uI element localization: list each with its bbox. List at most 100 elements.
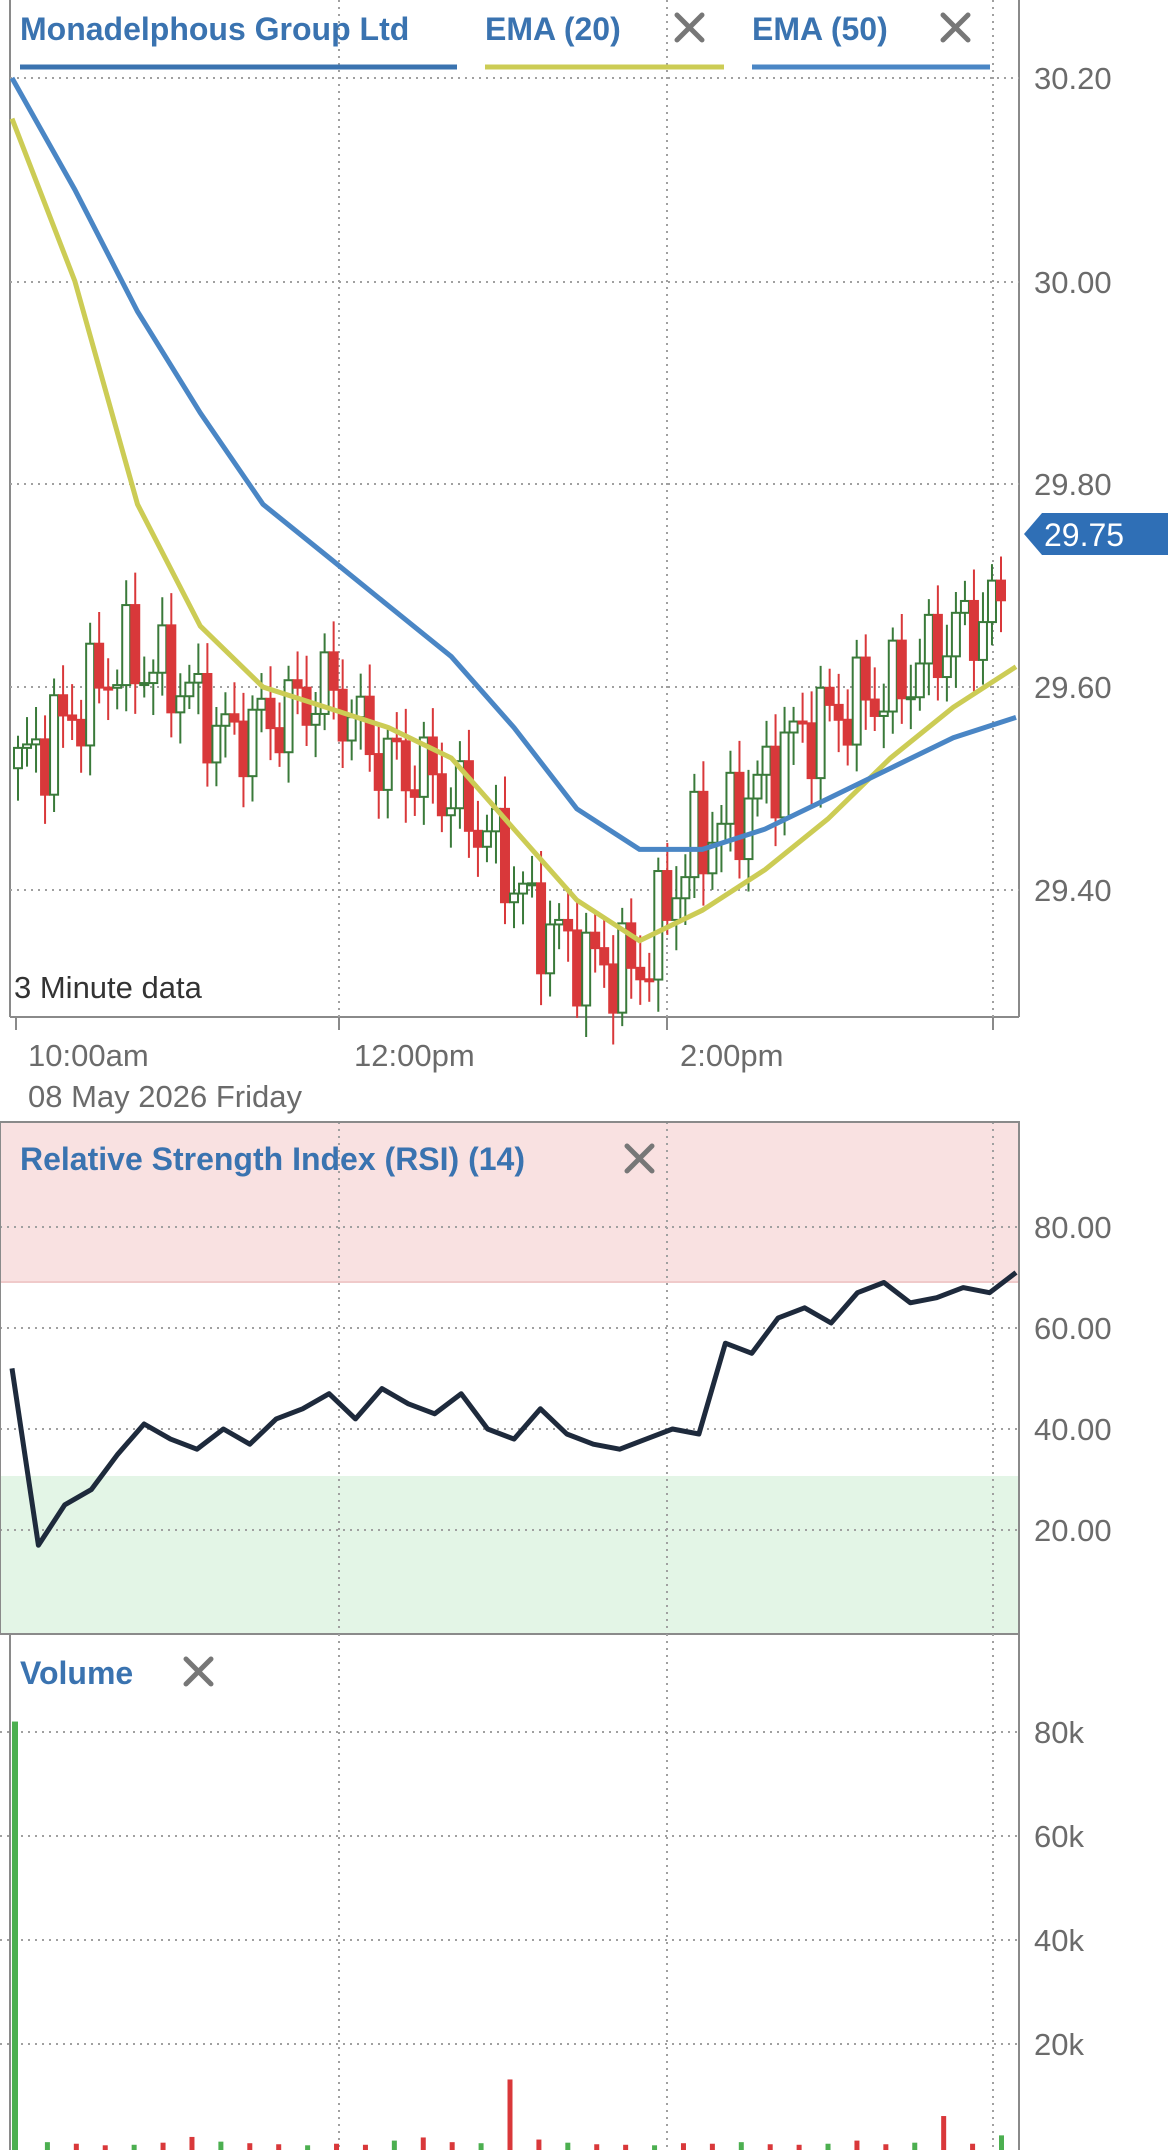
price-legend: Monadelphous Group Ltd EMA (20) EMA (50) bbox=[20, 11, 990, 70]
candle-body bbox=[67, 714, 78, 721]
candle-body bbox=[220, 713, 231, 727]
ema50-line bbox=[9, 76, 1017, 852]
candle-body bbox=[355, 695, 366, 719]
candle-body bbox=[662, 870, 673, 921]
candle-body bbox=[310, 712, 321, 726]
candle-body bbox=[229, 713, 240, 723]
candle-body bbox=[382, 737, 393, 791]
candle-body bbox=[202, 672, 213, 764]
x-tick-label: 10:00am bbox=[28, 1038, 149, 1073]
candle-body bbox=[175, 695, 186, 714]
x-tick-label: 2:00pm bbox=[680, 1038, 783, 1073]
candle-body bbox=[734, 771, 745, 861]
volume-bar bbox=[160, 2142, 166, 2150]
volume-bar bbox=[218, 2141, 224, 2150]
candle-body bbox=[833, 703, 844, 721]
data-interval-note: 3 Minute data bbox=[14, 970, 203, 1005]
candle-body bbox=[427, 736, 438, 776]
price-tick-label: 30.20 bbox=[1034, 61, 1112, 96]
time-axis: 10:00am 12:00pm 2:00pm 08 May 2026 Frida… bbox=[15, 1017, 994, 1114]
rsi-title[interactable]: Relative Strength Index (RSI) (14) bbox=[20, 1141, 525, 1177]
volume-bar bbox=[44, 2142, 50, 2150]
volume-bar bbox=[623, 2144, 629, 2150]
candle-body bbox=[977, 621, 988, 661]
candle-body bbox=[527, 882, 538, 887]
candle-body bbox=[563, 918, 574, 932]
volume-bar bbox=[767, 2144, 773, 2150]
candle-body bbox=[743, 797, 754, 861]
candle-body bbox=[301, 686, 312, 726]
volume-bars bbox=[12, 1721, 1004, 2150]
price-tick-label: 29.40 bbox=[1034, 873, 1112, 908]
volume-title[interactable]: Volume bbox=[20, 1655, 133, 1691]
candle-body bbox=[409, 789, 420, 798]
candle-body bbox=[103, 686, 114, 691]
candle-body bbox=[680, 876, 691, 900]
candle-body bbox=[689, 790, 700, 879]
candle-body bbox=[166, 624, 177, 714]
volume-close-icon[interactable] bbox=[183, 1656, 214, 1687]
candle-body bbox=[157, 624, 168, 674]
candle-body bbox=[184, 681, 195, 698]
rsi-tick-label: 20.00 bbox=[1034, 1513, 1112, 1548]
candle-body bbox=[148, 671, 159, 685]
candle-body bbox=[932, 613, 943, 679]
price-grid-vertical bbox=[338, 0, 994, 1017]
instrument-name[interactable]: Monadelphous Group Ltd bbox=[20, 11, 409, 47]
ema50-close-icon[interactable] bbox=[940, 12, 971, 43]
candle-body bbox=[274, 727, 285, 754]
rsi-panel: Relative Strength Index (RSI) (14) 80.00… bbox=[0, 1121, 1112, 1635]
volume-tick-label: 80k bbox=[1034, 1715, 1084, 1750]
volume-bar bbox=[796, 2144, 802, 2150]
candle-body bbox=[94, 642, 105, 689]
candle-body bbox=[878, 710, 889, 717]
candle-body bbox=[941, 655, 952, 679]
candle-body bbox=[860, 656, 871, 701]
ema20-label[interactable]: EMA (20) bbox=[485, 11, 621, 47]
price-panel: Monadelphous Group Ltd EMA (20) EMA (50)… bbox=[9, 0, 1168, 1045]
volume-bar bbox=[854, 2140, 860, 2150]
candle-body bbox=[644, 978, 655, 983]
candle-body bbox=[554, 918, 565, 926]
candle-body bbox=[761, 745, 772, 776]
volume-bar bbox=[73, 2143, 79, 2150]
candle-body bbox=[49, 694, 60, 796]
volume-bar bbox=[12, 1721, 18, 2150]
candle-body bbox=[617, 922, 628, 1014]
candle-body bbox=[391, 737, 402, 743]
volume-bar bbox=[276, 2144, 282, 2150]
candle-body bbox=[635, 966, 646, 981]
volume-bar bbox=[305, 2145, 311, 2150]
ema20-close-icon[interactable] bbox=[674, 12, 705, 43]
candle-body bbox=[472, 829, 483, 848]
candle-body bbox=[364, 695, 375, 756]
candle-body bbox=[247, 708, 258, 778]
volume-tick-label: 40k bbox=[1034, 1923, 1084, 1958]
volume-bar bbox=[709, 2143, 715, 2150]
price-tick-label: 29.60 bbox=[1034, 670, 1112, 705]
candle-body bbox=[698, 790, 709, 875]
candle-body bbox=[608, 963, 619, 1014]
candle-body bbox=[400, 740, 411, 792]
candle-body bbox=[256, 697, 267, 711]
candle-body bbox=[22, 743, 33, 749]
volume-bar bbox=[652, 2145, 658, 2150]
candle-body bbox=[373, 753, 384, 791]
candle-body bbox=[572, 929, 583, 1007]
price-y-axis: 30.20 30.00 29.80 29.60 29.40 bbox=[1034, 61, 1112, 908]
candle-body bbox=[779, 731, 790, 819]
candle-body bbox=[40, 738, 51, 796]
ema50-label[interactable]: EMA (50) bbox=[752, 11, 888, 47]
candle-body bbox=[752, 773, 763, 800]
volume-bar bbox=[131, 2144, 137, 2150]
volume-bar bbox=[883, 2144, 889, 2150]
volume-bar bbox=[247, 2143, 253, 2150]
volume-panel: Volume 80k 60k 40k 20k bbox=[0, 1634, 1084, 2150]
candle-body bbox=[851, 656, 862, 746]
candle-body bbox=[986, 579, 997, 624]
candle-body bbox=[968, 599, 979, 661]
volume-bar bbox=[449, 2142, 455, 2150]
candle-body bbox=[121, 604, 132, 687]
candle-body bbox=[914, 662, 925, 699]
volume-bar bbox=[334, 2143, 340, 2150]
